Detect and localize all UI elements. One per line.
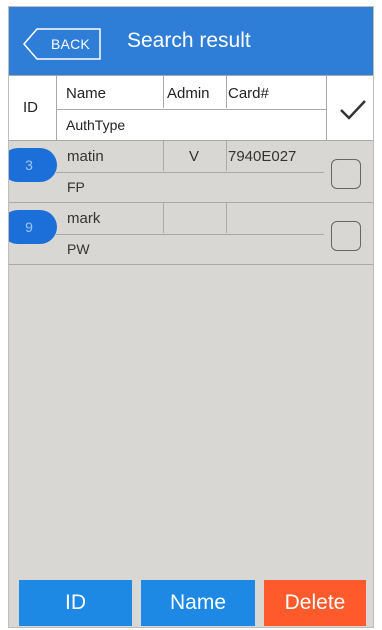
table-row[interactable]: 3 matin V 7940E027 FP xyxy=(9,141,373,203)
column-header-authtype: AuthType xyxy=(66,117,126,133)
row-checkbox[interactable] xyxy=(331,159,361,189)
row-authtype: FP xyxy=(67,179,85,195)
divider xyxy=(326,76,327,141)
divider xyxy=(226,76,227,108)
divider xyxy=(163,203,164,233)
column-header-name: Name xyxy=(66,85,107,102)
column-header-admin: Admin xyxy=(167,85,210,102)
row-authtype: PW xyxy=(67,241,90,257)
id-badge[interactable]: 9 xyxy=(9,210,57,244)
id-badge[interactable]: 3 xyxy=(9,148,57,182)
back-button[interactable]: BACK xyxy=(23,28,101,60)
screen: BACK Search result ID Name Admin Card# A… xyxy=(8,6,374,628)
table-header: ID Name Admin Card# AuthType xyxy=(9,75,373,141)
row-id: 9 xyxy=(25,219,33,235)
divider xyxy=(56,234,324,235)
delete-button[interactable]: Delete xyxy=(264,580,366,626)
row-card: 7940E027 xyxy=(228,148,297,165)
table-row[interactable]: 9 mark PW xyxy=(9,203,373,265)
divider xyxy=(56,109,326,110)
page-title: Search result xyxy=(127,29,251,52)
divider xyxy=(163,76,164,108)
divider xyxy=(226,141,227,171)
check-icon[interactable] xyxy=(339,98,367,122)
column-header-card: Card# xyxy=(228,85,269,102)
row-id: 3 xyxy=(25,157,33,173)
app-header: BACK Search result xyxy=(9,7,373,75)
sort-by-id-button[interactable]: ID xyxy=(19,580,132,626)
divider xyxy=(56,172,324,173)
divider xyxy=(163,141,164,171)
row-admin: V xyxy=(189,148,200,165)
divider xyxy=(226,203,227,233)
row-checkbox[interactable] xyxy=(331,221,361,251)
row-name: mark xyxy=(67,210,101,227)
column-header-id: ID xyxy=(23,99,38,116)
sort-by-name-button[interactable]: Name xyxy=(141,580,255,626)
back-button-label: BACK xyxy=(51,36,90,52)
row-name: matin xyxy=(67,148,104,165)
